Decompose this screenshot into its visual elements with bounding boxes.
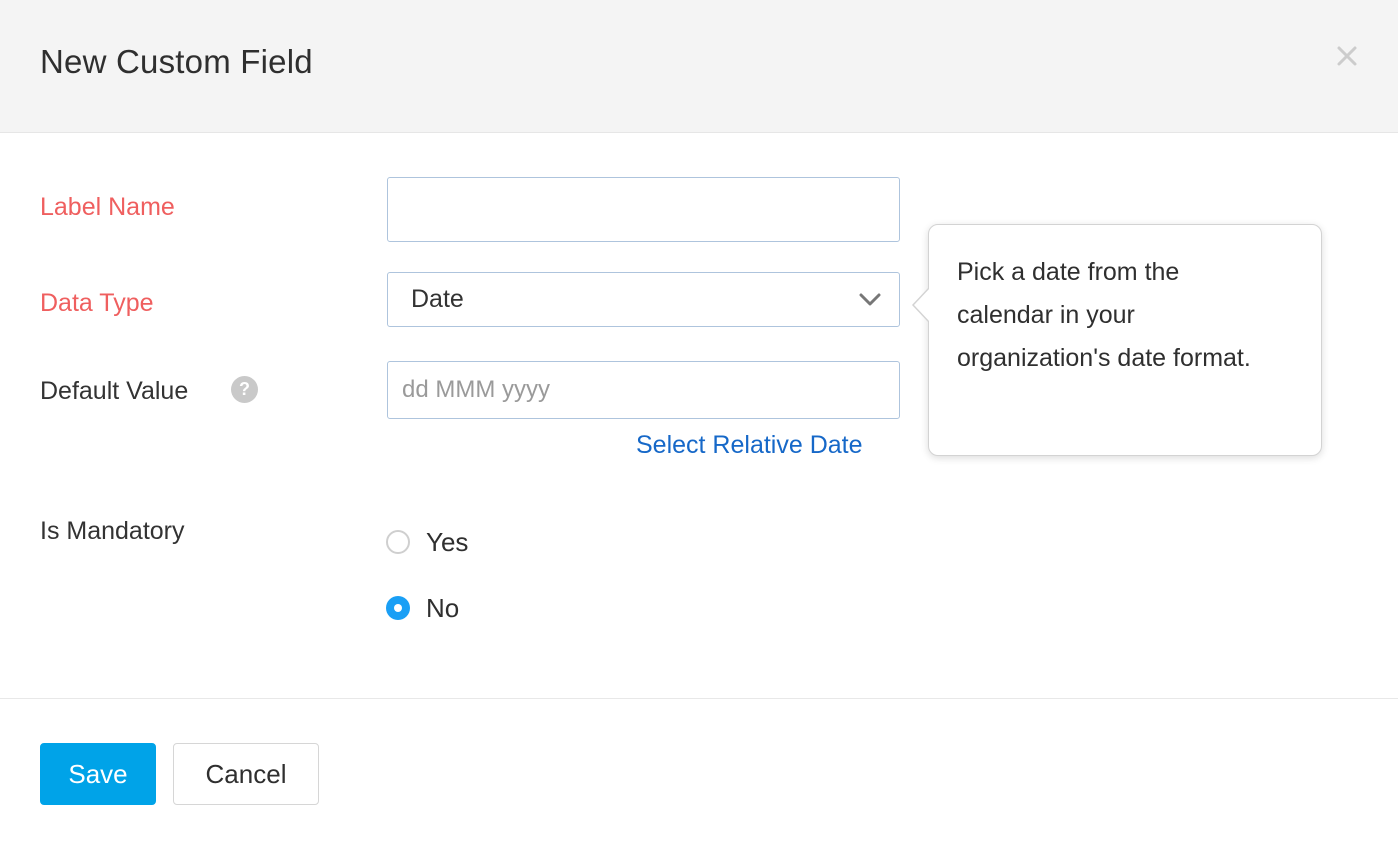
is-mandatory-option-yes[interactable]: Yes — [386, 529, 468, 555]
tooltip-arrow-inner-icon — [914, 288, 930, 322]
chevron-down-icon — [859, 293, 881, 307]
label-name-label: Label Name — [40, 195, 175, 220]
default-value-label: Default Value — [40, 379, 188, 404]
new-custom-field-dialog: New Custom Field Label Name Data Type Da… — [0, 0, 1398, 848]
save-button[interactable]: Save — [40, 743, 156, 805]
date-format-tooltip: Pick a date from the calendar in your or… — [928, 224, 1322, 456]
tooltip-text: Pick a date from the calendar in your or… — [957, 251, 1267, 380]
default-value-input[interactable] — [387, 361, 900, 419]
is-mandatory-option-no[interactable]: No — [386, 595, 459, 621]
is-mandatory-label: Is Mandatory — [40, 519, 185, 544]
dialog-header: New Custom Field — [0, 0, 1398, 133]
help-icon[interactable]: ? — [231, 376, 258, 403]
data-type-select[interactable]: Date — [387, 272, 900, 327]
radio-no-label: No — [426, 595, 459, 621]
radio-no-icon[interactable] — [386, 596, 410, 620]
data-type-label: Data Type — [40, 291, 154, 316]
dialog-footer: Save Cancel — [0, 698, 1398, 848]
close-icon — [1334, 43, 1360, 69]
label-name-input[interactable] — [387, 177, 900, 242]
select-relative-date-link[interactable]: Select Relative Date — [636, 433, 863, 458]
page-title: New Custom Field — [40, 43, 313, 81]
close-button[interactable] — [1329, 38, 1365, 74]
cancel-button[interactable]: Cancel — [173, 743, 319, 805]
radio-yes-icon[interactable] — [386, 530, 410, 554]
data-type-selected-value: Date — [388, 287, 464, 312]
radio-yes-label: Yes — [426, 529, 468, 555]
